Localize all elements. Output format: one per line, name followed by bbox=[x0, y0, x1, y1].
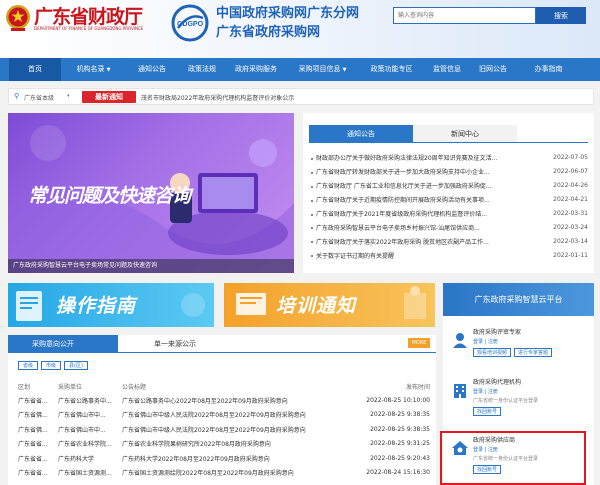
watch-training-video-button[interactable]: 观看培训视频 bbox=[473, 348, 512, 357]
banner-caption[interactable]: 广东政府采购智慧云平台电子卖场常见问题及快速咨询 bbox=[8, 259, 294, 273]
tab-single-source[interactable]: 单一来源公示 bbox=[154, 335, 196, 353]
list-item[interactable]: 广东省财政厅关于2021年度省级政府采购代理机构监督评价结... 2022-03-… bbox=[311, 207, 588, 221]
agency-login-register-link[interactable]: 登录 | 注册 bbox=[473, 388, 498, 395]
nav-item-policies[interactable]: 政策法规 bbox=[178, 58, 226, 81]
expert-title: 政府采购评审专家 bbox=[473, 329, 522, 336]
filter-provincial[interactable]: 省级 bbox=[18, 361, 39, 370]
expert-buttons: 观看培训视频 进行专家答题 bbox=[473, 348, 553, 357]
agency-building-icon bbox=[451, 381, 469, 399]
site-title[interactable]: 中国政府采购网广东分网 bbox=[216, 2, 359, 21]
banner-title: 常见问题及快速咨询 bbox=[28, 185, 191, 207]
nav-item-home[interactable]: 首页 bbox=[9, 58, 61, 81]
main-nav: 首页 机构名录 ▼ 通知公告 政策法规 政府采购服务 采购项目信息 ▼ 政策功能专区… bbox=[0, 58, 600, 81]
tab-notices[interactable]: 通知公告 bbox=[309, 125, 413, 142]
more-button[interactable]: MORE bbox=[408, 338, 430, 348]
dept-name[interactable]: 广东省财政厅 bbox=[34, 2, 143, 29]
news-list: 财政部办公厅关于做好政府采购法律法规20周年知识竞赛及征文活... 2022-07… bbox=[311, 151, 588, 262]
nav-item-guide[interactable]: 办事指南 bbox=[516, 58, 581, 81]
expert-section: 政府采购评审专家 登录 | 注册 观看培训视频 进行专家答题 bbox=[451, 327, 586, 367]
table-row[interactable]: 广东省省... 广东省国土资源测... 广东省国土资源测绘院2022年08月至202… bbox=[18, 466, 430, 481]
list-item[interactable]: 关于数字证书过期的有关提醒 2022-01-11 bbox=[311, 248, 588, 262]
expert-quiz-button[interactable]: 进行专家答题 bbox=[514, 348, 553, 357]
tab-procurement-intent[interactable]: 采购意向公开 bbox=[8, 335, 118, 353]
agency-buttons: 找回账号 bbox=[473, 407, 502, 416]
table-row[interactable]: 广东省省... 广东省公路事务中... 广东省公路事务中心2022年08月至2022… bbox=[18, 393, 430, 408]
dept-name-en: DEPARTMENT OF FINANCE OF GUANGDONG PROVI… bbox=[34, 26, 144, 31]
location-pin-icon: ⚲ bbox=[14, 92, 20, 100]
procurement-intent-panel: 采购意向公开 单一来源公示 MORE 省级 市级 县(区) 区划 采购单位 公告… bbox=[8, 335, 436, 485]
gdgpo-logo-text: GDGPO bbox=[177, 21, 204, 28]
expert-icon bbox=[451, 331, 469, 349]
news-tabs: 通知公告 新闻中心 bbox=[309, 125, 588, 143]
list-item[interactable]: 广东省财政厅 广东省工业和信息化厅关于进一步加强政府采购促... 2022-04-… bbox=[311, 179, 588, 193]
list-item[interactable]: 广东省财政厅转发财政部关于进一步加大政府采购支持中小企业... 2022-06-0… bbox=[311, 165, 588, 179]
nav-item-notices[interactable]: 通知公告 bbox=[126, 58, 178, 81]
nav-item-services[interactable]: 政府采购服务 bbox=[226, 58, 286, 81]
platform-title: 广东政府采购智慧云平台 bbox=[443, 283, 594, 316]
nav-item-old-site[interactable]: 旧网公告 bbox=[470, 58, 516, 81]
gdgpo-logo-icon[interactable]: GDGPO bbox=[170, 4, 210, 42]
notice-bar: ⚲ 广东省本级 ▾ 最新通知 茂名市财政局2022年政府采购代理机构监督评价对象… bbox=[8, 88, 594, 105]
table-row[interactable]: 广东省省... 广东药科大学 广东药科大学2022年08月至2022年09月政府采购… bbox=[18, 451, 430, 466]
site-subtitle: 广东省政府采购网 bbox=[216, 25, 321, 40]
training-notice-banner[interactable]: 培训通知 bbox=[224, 283, 435, 327]
list-item[interactable]: 广东政府采购智慧云平台电子卖场乡村振兴馆-汕尾馆供应商... 2022-03-24 bbox=[311, 220, 588, 234]
list-item[interactable]: 广东省财政厅关于落实2022年政府采购 脱贫地区农副产品工作... 2022-03… bbox=[311, 234, 588, 248]
nav-item-directory[interactable]: 机构名录 ▼ bbox=[61, 58, 126, 81]
table-row[interactable]: 广东省佛... 广东省佛山市中... 广东省佛山市中级人民法院2022年08月至20… bbox=[18, 422, 430, 437]
agency-unified-login-link[interactable]: 广东省统一身份认证平台登录 bbox=[473, 397, 538, 404]
operation-guide-title: 操作指南 bbox=[56, 295, 137, 317]
site-header: 广东省财政厅 DEPARTMENT OF FINANCE OF GUANGDON… bbox=[0, 0, 600, 58]
agency-recover-account-button[interactable]: 找回账号 bbox=[473, 407, 502, 416]
procurement-tabs: 采购意向公开 单一来源公示 MORE bbox=[8, 335, 436, 353]
expert-login-register-link[interactable]: 登录 | 注册 bbox=[473, 338, 498, 345]
table-row[interactable]: 广东省省... 广东省农业科学院... 广东省农业科学院果树研究所2022年08月政… bbox=[18, 437, 430, 452]
chevron-down-icon: ▼ bbox=[342, 67, 347, 73]
agency-title: 政府采购代理机构 bbox=[473, 379, 522, 386]
national-emblem-icon bbox=[5, 4, 31, 32]
news-panel: 通知公告 新闻中心 财政部办公厅关于做好政府采购法律法规20周年知识竞赛及征文活… bbox=[303, 113, 594, 273]
nav-item-projects[interactable]: 采购项目信息 ▼ bbox=[286, 58, 359, 81]
list-item[interactable]: 广东省财政厅关于近期疫情防控期间开展政府采购活动有关事项... 2022-04-2… bbox=[311, 193, 588, 207]
list-item[interactable]: 财政部办公厅关于做好政府采购法律法规20周年知识竞赛及征文活... 2022-07… bbox=[311, 151, 588, 165]
carousel-banner[interactable]: 常见问题及快速咨询 广东政府采购智慧云平台电子卖场常见问题及快速咨询 bbox=[8, 113, 294, 273]
chevron-down-icon: ▼ bbox=[106, 67, 111, 73]
table-header: 区划 采购单位 公告标题 发布时间 bbox=[18, 383, 430, 391]
region-filters: 省级 市级 县(区) bbox=[18, 361, 88, 370]
nav-item-policy-zone[interactable]: 政策功能专区 bbox=[359, 58, 424, 81]
search-input[interactable] bbox=[393, 7, 536, 24]
filter-municipal[interactable]: 市级 bbox=[41, 361, 62, 370]
chevron-down-icon[interactable]: ▾ bbox=[67, 93, 70, 99]
latest-notice-link[interactable]: 茂名市财政局2022年政府采购代理机构监督评价对象公示 bbox=[141, 93, 294, 102]
training-notice-title: 培训通知 bbox=[276, 295, 357, 317]
latest-notice-badge: 最新通知 bbox=[82, 91, 136, 103]
region-selector[interactable]: 广东省本级 bbox=[24, 93, 54, 102]
table-row[interactable]: 广东省佛... 广东省佛山市中... 广东省佛山市中级人民法院2022年08月至20… bbox=[18, 408, 430, 423]
procurement-table: 区划 采购单位 公告标题 发布时间 广东省省... 广东省公路事务中... 广东省公… bbox=[18, 379, 430, 480]
supplier-highlight-box bbox=[440, 431, 586, 485]
agency-section: 政府采购代理机构 登录 | 注册 广东省统一身份认证平台登录 找回账号 bbox=[451, 377, 586, 423]
filter-county[interactable]: 县(区) bbox=[64, 361, 88, 370]
search-button[interactable]: 搜索 bbox=[536, 7, 586, 24]
nav-item-supervision[interactable]: 监管信息 bbox=[424, 58, 470, 81]
operation-guide-banner[interactable]: 操作指南 bbox=[8, 283, 214, 327]
tab-news-center[interactable]: 新闻中心 bbox=[413, 125, 517, 142]
